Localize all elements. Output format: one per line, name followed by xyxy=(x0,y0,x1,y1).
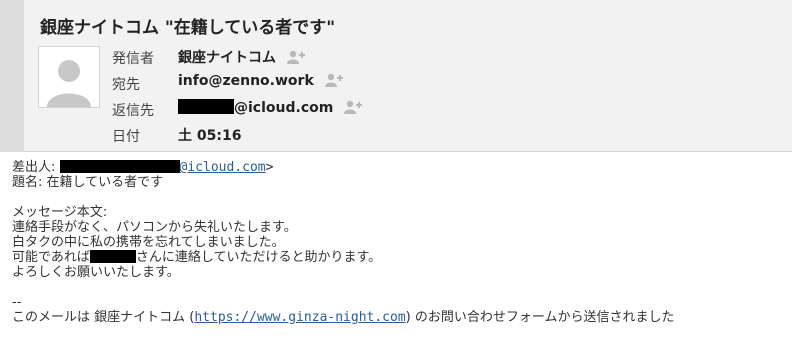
sender-avatar xyxy=(38,46,100,108)
to-value[interactable]: info@zenno.work xyxy=(178,73,345,91)
date-value: 土 05:16 xyxy=(178,128,242,144)
message-line: 連絡手段がなく、パソコンから失礼いたします。 xyxy=(12,220,297,235)
sender-email-link[interactable]: @icloud.com xyxy=(180,160,266,175)
add-contact-icon[interactable] xyxy=(324,73,345,91)
signature-separator: -- xyxy=(12,295,22,310)
message-subject: 銀座ナイトコム "在籍している者です" xyxy=(40,18,336,38)
message-line-prefix: 可能であれば xyxy=(12,250,90,265)
message-body: 差出人: @icloud.com> 題名: 在籍している者です メッセージ本文:… xyxy=(12,160,675,325)
add-contact-icon[interactable] xyxy=(344,100,364,118)
date-label: 日付 xyxy=(112,129,140,145)
footer-site-link[interactable]: https://www.ginza-night.com xyxy=(194,310,405,325)
add-contact-icon[interactable] xyxy=(286,50,307,68)
message-header: 銀座ナイトコム "在籍している者です" 発信者 銀座ナイトコム 宛先 info@… xyxy=(24,0,792,152)
to-label: 宛先 xyxy=(112,77,140,93)
to-address[interactable]: info@zenno.work xyxy=(178,73,314,89)
from-name[interactable]: 銀座ナイトコム xyxy=(178,50,276,66)
message-label: メッセージ本文: xyxy=(12,205,108,220)
left-gutter xyxy=(0,0,24,152)
footer-suffix: ) のお問い合わせフォームから送信されました xyxy=(405,310,675,325)
redacted-block xyxy=(89,250,136,263)
reply-to-label: 返信先 xyxy=(112,103,154,119)
message-line-suffix: さんに連絡していただけると助かります。 xyxy=(135,250,382,265)
from-value[interactable]: 銀座ナイトコム xyxy=(178,47,307,68)
sender-label: 差出人: xyxy=(12,160,60,175)
person-silhouette-icon xyxy=(39,47,99,107)
from-label: 発信者 xyxy=(112,51,154,67)
redacted-block xyxy=(178,99,234,114)
reply-to-value[interactable]: @icloud.com xyxy=(178,99,364,118)
redacted-block xyxy=(59,160,180,173)
message-line: 白タクの中に私の携帯を忘れてしまいました。 xyxy=(12,235,285,250)
message-line: よろしくお願いいたします。 xyxy=(12,265,180,280)
subject-line: 題名: 在籍している者です xyxy=(12,175,164,190)
reply-to-domain[interactable]: @icloud.com xyxy=(234,100,333,116)
sender-close: > xyxy=(265,160,274,175)
footer-prefix: このメールは 銀座ナイトコム ( xyxy=(12,310,195,325)
